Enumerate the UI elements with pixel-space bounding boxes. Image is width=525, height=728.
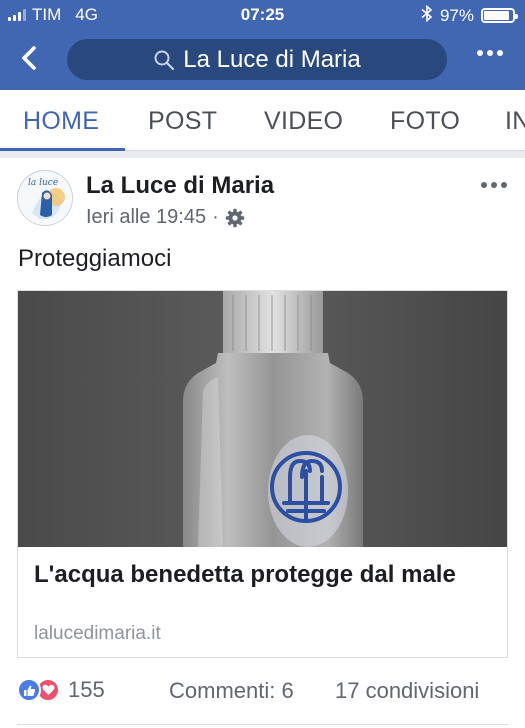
- link-preview-image: [18, 291, 507, 547]
- post-text: Proteggiamoci: [18, 245, 172, 272]
- page-tabs: HOME POST VIDEO FOTO IN: [0, 90, 525, 151]
- status-right: 97%: [421, 4, 518, 26]
- link-title[interactable]: L'acqua benedetta protegge dal male: [34, 559, 489, 591]
- comments-count[interactable]: Commenti: 6: [169, 678, 294, 704]
- search-icon: [154, 50, 175, 70]
- page-logo-icon: la luce: [18, 171, 72, 225]
- link-preview-card[interactable]: L'acqua benedetta protegge dal male lalu…: [17, 290, 508, 658]
- tab-foto[interactable]: FOTO: [390, 107, 460, 136]
- more-icon: [481, 182, 487, 188]
- tab-info[interactable]: IN: [505, 107, 525, 136]
- reactions-summary[interactable]: 155: [17, 677, 105, 703]
- top-bar: TIM 4G 07:25 97% La Luce di Maria: [0, 0, 525, 90]
- post-divider: [17, 724, 508, 725]
- meta-separator: ·: [212, 206, 219, 228]
- chevron-left-icon: [22, 46, 36, 70]
- post-timestamp[interactable]: Ieri alle 19:45: [86, 206, 206, 229]
- status-bar: TIM 4G 07:25 97%: [0, 0, 525, 30]
- battery-percent: 97%: [439, 5, 474, 25]
- more-icon: [477, 50, 483, 56]
- search-text: La Luce di Maria: [183, 45, 361, 73]
- tab-post[interactable]: POST: [148, 107, 217, 136]
- section-divider: [0, 151, 525, 158]
- nav-bar: La Luce di Maria: [0, 30, 525, 90]
- avatar[interactable]: la luce: [17, 170, 73, 226]
- tab-video[interactable]: VIDEO: [264, 107, 343, 136]
- more-button[interactable]: [477, 50, 503, 56]
- bluetooth-icon: [421, 4, 433, 26]
- like-reaction-icon: [17, 678, 41, 702]
- avatar-lettering: la luce: [28, 178, 58, 188]
- back-button[interactable]: [14, 42, 46, 74]
- reactions-count: 155: [68, 677, 105, 702]
- post-meta: Ieri alle 19:45 ·: [86, 206, 245, 229]
- search-bar[interactable]: La Luce di Maria: [67, 39, 447, 80]
- battery-icon: [481, 8, 518, 23]
- shares-count[interactable]: 17 condivisioni: [335, 678, 479, 704]
- gear-icon: [225, 208, 244, 227]
- tab-home[interactable]: HOME: [23, 107, 99, 136]
- link-domain: lalucedimaria.it: [34, 623, 161, 644]
- post-page-name[interactable]: La Luce di Maria: [86, 172, 274, 200]
- post-options-button[interactable]: [481, 182, 507, 188]
